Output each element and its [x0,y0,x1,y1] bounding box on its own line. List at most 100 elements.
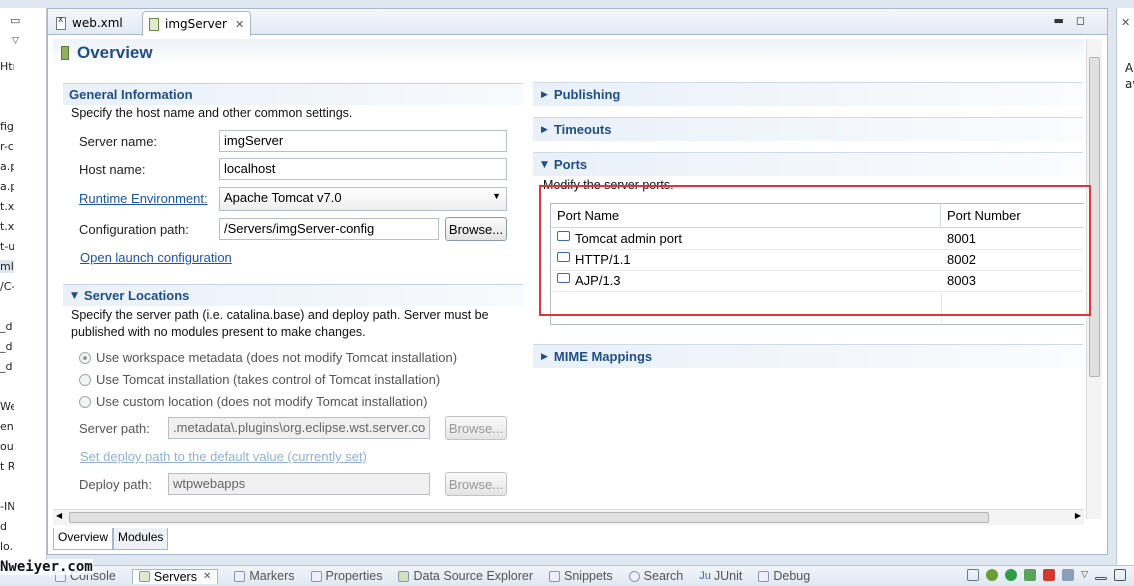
radio-tomcat-installation[interactable]: Use Tomcat installation (takes control o… [79,372,440,387]
tab-web-xml[interactable]: web.xml [50,11,129,35]
debug-icon [758,570,770,582]
locations-desc-2: published with no modules present to mak… [71,325,366,339]
explorer-item[interactable]: r-c [0,140,14,153]
ports-section[interactable]: ▼ Ports [533,152,1083,176]
close-icon[interactable]: ✕ [235,18,244,31]
server-locations-section[interactable]: ▼ Server Locations [63,284,523,306]
maximize-icon[interactable]: ◻ [1076,14,1097,27]
page-title: Overview [77,43,153,62]
collapse-triangle-icon: ▼ [71,290,78,301]
stop-server-icon[interactable] [1043,569,1056,581]
tab-servers[interactable]: Servers ✕ [131,568,219,584]
tab-modules[interactable]: Modules [113,528,169,550]
general-desc: Specify the host name and other common s… [71,106,353,120]
explorer-item[interactable]: a.p [0,160,14,173]
tab-properties[interactable]: Properties [310,569,382,583]
tab-junit[interactable]: Ju JUnit [699,569,742,583]
radio-custom-location[interactable]: Use custom location (does not modify Tom… [79,394,427,409]
close-icon[interactable]: ✕ [203,571,211,582]
tab-imgserver[interactable]: imgServer ✕ [142,11,252,36]
editor-page-tabs: Overview Modules [53,528,169,550]
outline-strip: ✕ A av [1116,8,1134,568]
view-menu-icon[interactable]: ▽ [12,36,19,46]
explorer-item[interactable]: t.xr [0,220,14,233]
minimize-icon[interactable]: ▭ [10,14,20,27]
view-menu-icon[interactable]: ▽ [1081,569,1088,581]
tab-markers[interactable]: Markers [234,569,295,583]
config-path-field[interactable]: /Servers/imgServer-config [219,218,439,240]
xml-file-icon [56,15,66,30]
explorer-item[interactable]: t-u [0,240,14,253]
explorer-item[interactable]: a.p [0,180,14,193]
watermark: Nweiyer.com [0,559,93,575]
explorer-item[interactable]: ent [0,420,14,433]
maximize-icon[interactable] [1114,569,1126,581]
explorer-item[interactable]: -IN [0,500,14,513]
host-name-label: Host name: [79,162,146,177]
server-path-browse-button[interactable]: Browse... [445,416,507,440]
profile-server-icon[interactable] [1024,569,1037,581]
database-icon [398,570,410,582]
tab-data-source-explorer[interactable]: Data Source Explorer [398,569,533,583]
deploy-path-field[interactable]: wtpwebapps [168,473,430,495]
explorer-item[interactable]: fig [0,120,14,133]
minimize-icon[interactable]: ▬ [1053,14,1075,27]
radio-icon [79,395,91,408]
explorer-item[interactable]: t.x [0,200,14,213]
explorer-item[interactable]: _d [0,340,14,353]
timeouts-section[interactable]: ▶ Timeouts [533,117,1083,141]
start-server-icon[interactable] [1005,569,1018,581]
debug-server-icon[interactable] [986,569,999,581]
collapse-triangle-icon: ▼ [541,159,548,170]
explorer-item[interactable]: d [0,520,14,533]
server-name-field[interactable]: imgServer [219,130,507,152]
server-icon [149,17,159,31]
radio-label: Use custom location (does not modify Tom… [96,394,428,409]
tab-label: web.xml [72,16,123,30]
config-browse-button[interactable]: Browse... [445,217,507,241]
expand-triangle-icon: ▶ [541,351,548,362]
explorer-item[interactable]: our [0,440,14,453]
server-path-field[interactable]: .metadata\.plugins\org.eclipse.wst.serve… [168,417,430,439]
horizontal-scrollbar[interactable]: ◀ ▶ [53,509,1084,525]
explorer-item[interactable]: ml [0,260,14,273]
tab-debug[interactable]: Debug [758,569,810,583]
runtime-select[interactable]: Apache Tomcat v7.0 ▼ [219,187,507,211]
minimize-icon[interactable] [1095,577,1107,580]
scroll-right-icon[interactable]: ▶ [1075,511,1081,520]
publishing-section[interactable]: ▶ Publishing [533,82,1083,106]
explorer-item[interactable]: We [0,400,14,413]
properties-icon [310,570,322,582]
explorer-item[interactable]: _d [0,360,14,373]
tab-snippets[interactable]: Snippets [549,569,613,583]
config-path-label: Configuration path: [79,222,189,237]
explorer-item[interactable]: Htr [0,60,14,73]
close-icon[interactable]: ✕ [1121,16,1130,29]
deploy-path-browse-button[interactable]: Browse... [445,472,507,496]
runtime-environment-link[interactable]: Runtime Environment: [79,191,208,206]
set-deploy-path-link[interactable]: Set deploy path to the default value (cu… [80,449,367,464]
radio-icon [79,373,91,386]
scroll-left-icon[interactable]: ◀ [56,511,62,520]
search-icon [628,570,640,582]
project-explorer-strip: ▭ ▽ Htr fig r-c a.p a.p t.x t.xr t-u ml … [0,8,47,568]
explorer-item[interactable]: _d [0,320,14,333]
open-launch-configuration-link[interactable]: Open launch configuration [80,250,232,265]
collapse-icon[interactable] [967,569,980,581]
chevron-down-icon: ▼ [492,191,501,201]
explorer-item[interactable]: /C- [0,280,14,293]
server-name-label: Server name: [79,134,158,149]
mime-mappings-section[interactable]: ▶ MIME Mappings [533,344,1083,368]
tab-search[interactable]: Search [628,569,683,583]
markers-icon [234,570,246,582]
host-name-field[interactable]: localhost [219,158,507,180]
publish-icon[interactable] [1062,569,1075,581]
section-title: Ports [553,157,588,172]
radio-label: Use Tomcat installation (takes control o… [96,372,441,387]
radio-workspace-metadata[interactable]: Use workspace metadata (does not modify … [79,350,457,365]
explorer-item[interactable]: t R [0,460,14,473]
scroll-thumb[interactable] [69,512,989,523]
explorer-item[interactable]: lo. [0,540,14,553]
tab-overview[interactable]: Overview [53,528,114,550]
server-icon [138,571,150,582]
